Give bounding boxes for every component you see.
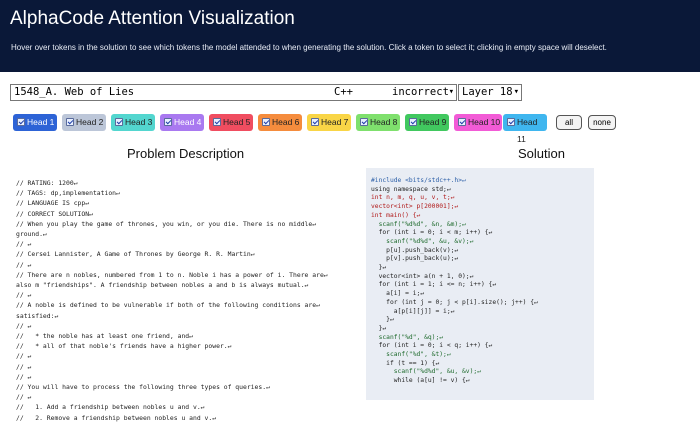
- code-line[interactable]: scanf("%d%d", &u, &v);↵: [371, 238, 538, 247]
- head-toggle-8[interactable]: Head 8: [356, 114, 400, 131]
- problem-line: // A noble is defined to be vulnerable i…: [16, 301, 320, 310]
- checkbox-icon[interactable]: [360, 118, 368, 126]
- solution-code[interactable]: #include <bits/stdc++.h>↵ using namespace…: [371, 177, 538, 386]
- select-all-button[interactable]: all: [556, 115, 582, 130]
- head-label: Head 6: [272, 117, 300, 127]
- page-title: AlphaCode Attention Visualization: [10, 8, 295, 29]
- solution-section-title: Solution: [518, 146, 565, 161]
- code-line[interactable]: p[u].push_back(v);↵: [371, 247, 538, 256]
- problem-line: // ↵: [16, 291, 32, 300]
- checkbox-icon[interactable]: [164, 118, 172, 126]
- problem-line: // * the noble has at least one friend, …: [16, 332, 193, 341]
- problem-line: // ↵: [16, 321, 32, 330]
- problem-line: // There are n nobles, numbered from 1 t…: [16, 270, 328, 279]
- code-line[interactable]: }↵: [371, 316, 538, 325]
- code-line[interactable]: vector<int> p[200001];↵: [371, 203, 538, 212]
- head-label: Head 7: [321, 117, 349, 127]
- code-line[interactable]: using namespace std;↵: [371, 186, 538, 195]
- problem-line: // ↵: [16, 362, 32, 371]
- head-toggle-2[interactable]: Head 2: [62, 114, 106, 131]
- layer-label: Layer 18: [462, 86, 513, 98]
- problem-line: satisfied:↵: [16, 311, 59, 320]
- code-line[interactable]: for (int i = 0; i < m; i++) {↵: [371, 229, 538, 238]
- checkbox-icon[interactable]: [213, 118, 221, 126]
- head-toggle-11[interactable]: Head 11: [503, 114, 547, 144]
- checkbox-icon[interactable]: [507, 118, 515, 126]
- code-line[interactable]: scanf("%d", &t);↵: [371, 351, 538, 360]
- head-label: Head 4: [174, 117, 202, 127]
- code-line[interactable]: scanf("%d%d", &n, &m);↵: [371, 221, 538, 230]
- head-toggle-7[interactable]: Head 7: [307, 114, 351, 131]
- code-line[interactable]: }↵: [371, 264, 538, 273]
- problem-line: also m "friendships". A friendship betwe…: [16, 281, 309, 290]
- code-line[interactable]: a[p[i][j]] = i;↵: [371, 308, 538, 317]
- instructions-text: Hover over tokens in the solution to see…: [11, 43, 607, 52]
- code-line[interactable]: scanf("%d%d", &u, &v);↵: [371, 368, 538, 377]
- code-line[interactable]: if (t == 1) {↵: [371, 360, 538, 369]
- code-line[interactable]: for (int i = 0; i < q; i++) {↵: [371, 342, 538, 351]
- code-line[interactable]: }↵: [371, 325, 538, 334]
- code-line[interactable]: while (a[u] != v) {↵: [371, 377, 538, 386]
- head-label: Head 8: [370, 117, 398, 127]
- code-line[interactable]: for (int j = 0; j < p[i].size(); j++) {↵: [371, 299, 538, 308]
- head-label: Head 2: [76, 117, 104, 127]
- chevron-down-icon: ▾: [448, 87, 454, 97]
- code-line[interactable]: int n, m, q, u, v, t;↵: [371, 194, 538, 203]
- problem-line: // ↵: [16, 260, 32, 269]
- problem-line: // RATING: 1200↵: [16, 179, 78, 187]
- head-label: Head 5: [223, 117, 251, 127]
- problem-line: // ↵: [16, 352, 32, 361]
- checkbox-icon[interactable]: [17, 118, 25, 126]
- layer-select[interactable]: Layer 18 ▾: [458, 84, 522, 101]
- problem-line: // TAGS: dp,implementation↵: [16, 189, 120, 198]
- head-toggle-9[interactable]: Head 9: [405, 114, 449, 131]
- problem-line: // ↵: [16, 393, 32, 402]
- problem-select[interactable]: 1548_A. Web of Lies C++ incorrect ▾: [10, 84, 457, 101]
- problem-line: // You will have to process the followin…: [16, 383, 270, 392]
- head-label: Head 11: [517, 117, 538, 144]
- select-none-button[interactable]: none: [588, 115, 616, 130]
- problem-name: 1548_A. Web of Lies: [14, 86, 135, 98]
- code-line[interactable]: #include <bits/stdc++.h>↵: [371, 177, 538, 186]
- checkbox-icon[interactable]: [66, 118, 74, 126]
- problem-line: // LANGUAGE IS cpp↵: [16, 199, 90, 208]
- problem-section-title: Problem Description: [127, 146, 245, 161]
- head-toggle-5[interactable]: Head 5: [209, 114, 253, 131]
- head-label: Head 3: [125, 117, 153, 127]
- code-line[interactable]: int main() {↵: [371, 212, 538, 221]
- problem-line: // 1. Add a friendship between nobles u …: [16, 403, 205, 412]
- problem-line: // ↵: [16, 240, 32, 249]
- problem-line: // When you play the game of thrones, yo…: [16, 219, 317, 228]
- head-toggle-10[interactable]: Head 10: [454, 114, 502, 131]
- problem-line: // * all of that noble's friends have a …: [16, 342, 232, 351]
- checkbox-icon[interactable]: [458, 118, 466, 126]
- problem-line: // ↵: [16, 372, 32, 381]
- problem-line: ground.↵: [16, 230, 47, 239]
- code-line[interactable]: vector<int> a(n + 1, 0);↵: [371, 273, 538, 282]
- code-line[interactable]: p[v].push_back(u);↵: [371, 255, 538, 264]
- selector-bar: 1548_A. Web of Lies C++ incorrect ▾ Laye…: [10, 84, 522, 102]
- head-label: Head 9: [419, 117, 447, 127]
- code-line[interactable]: a[i] = i;↵: [371, 290, 538, 299]
- code-line[interactable]: for (int i = 1; i <= n; i++) {↵: [371, 281, 538, 290]
- verdict-label: incorrect: [392, 86, 449, 98]
- checkbox-icon[interactable]: [115, 118, 123, 126]
- head-toggle-4[interactable]: Head 4: [160, 114, 204, 131]
- chevron-down-icon: ▾: [513, 87, 519, 97]
- problem-line: // CORRECT SOLUTION↵: [16, 209, 93, 218]
- problem-line: // 2. Remove a friendship between nobles…: [16, 413, 217, 422]
- code-line[interactable]: scanf("%d", &q);↵: [371, 334, 538, 343]
- checkbox-icon[interactable]: [311, 118, 319, 126]
- app-header: AlphaCode Attention Visualization Hover …: [0, 0, 700, 72]
- head-label: Head 1: [27, 117, 55, 127]
- head-toggle-3[interactable]: Head 3: [111, 114, 155, 131]
- checkbox-icon[interactable]: [262, 118, 270, 126]
- head-label: Head 10: [468, 117, 501, 127]
- head-toggle-1[interactable]: Head 1: [13, 114, 57, 131]
- problem-line: // Cersei Lannister, A Game of Thrones b…: [16, 250, 255, 259]
- head-toggle-6[interactable]: Head 6: [258, 114, 302, 131]
- language-label: C++: [334, 86, 353, 98]
- problem-description: // RATING: 1200↵ // TAGS: dp,implementati…: [16, 178, 356, 423]
- checkbox-icon[interactable]: [409, 118, 417, 126]
